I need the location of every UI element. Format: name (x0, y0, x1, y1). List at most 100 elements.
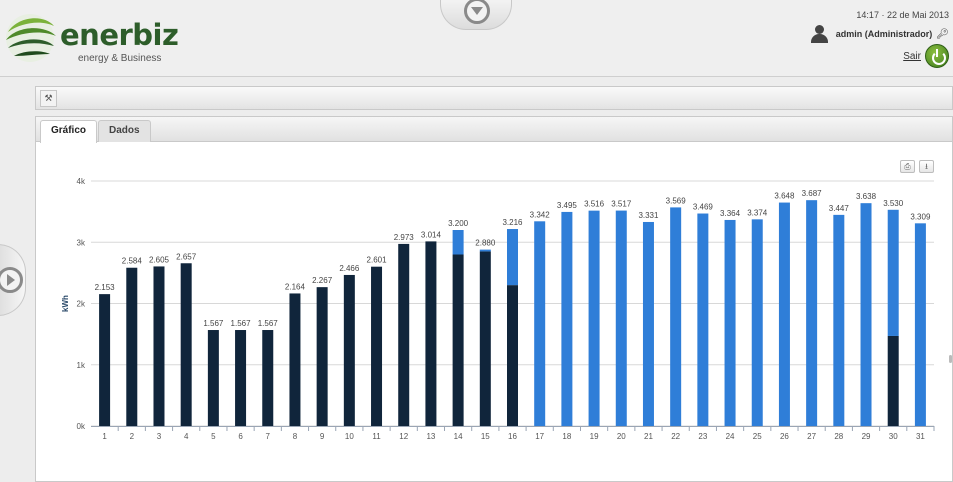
data-label: 2.880 (475, 239, 496, 248)
x-tick-label: 10 (345, 432, 354, 441)
bar-segment (452, 254, 464, 426)
logout-link[interactable]: Sair (903, 51, 921, 62)
user-name: admin (Administrador) (835, 29, 933, 39)
x-tick-label: 8 (293, 432, 298, 441)
x-tick-label: 26 (780, 432, 789, 441)
x-tick-label: 11 (372, 432, 381, 441)
data-label: 1.567 (258, 319, 279, 328)
bar-segment (479, 251, 491, 426)
data-label: 1.567 (231, 319, 252, 328)
user-icon (810, 25, 828, 43)
data-label: 3.331 (638, 211, 659, 220)
data-label: 2.164 (285, 282, 306, 291)
sidebar-expand-toggle[interactable] (0, 244, 26, 316)
bar-segment (887, 209, 899, 336)
x-tick-label: 16 (508, 432, 517, 441)
data-label: 3.014 (421, 230, 442, 239)
power-icon[interactable] (925, 44, 949, 68)
bar-segment (425, 241, 437, 426)
data-label: 2.601 (367, 256, 388, 265)
bar-segment (452, 230, 464, 255)
chevron-down-icon (464, 0, 490, 24)
toolbar: ⚒ (35, 86, 953, 110)
data-label: 3.342 (530, 210, 551, 219)
y-tick-label: 1k (77, 361, 86, 370)
brand-tagline: energy & Business (78, 53, 162, 64)
key-icon[interactable]: 🔑︎ (936, 29, 949, 40)
bar-segment (262, 330, 274, 426)
x-tick-label: 31 (916, 432, 925, 441)
wrench-icon[interactable]: ⚒ (40, 90, 57, 107)
data-label: 1.567 (203, 319, 224, 328)
bar-segment (126, 267, 138, 426)
x-tick-label: 25 (753, 432, 762, 441)
user-info: admin (Administrador) 🔑︎ (810, 24, 949, 44)
data-label: 2.267 (312, 276, 333, 285)
x-tick-label: 19 (590, 432, 599, 441)
bar-segment (479, 249, 491, 252)
x-tick-label: 3 (157, 432, 162, 441)
x-tick-label: 6 (238, 432, 243, 441)
y-tick-label: 3k (77, 238, 86, 247)
data-label: 3.309 (910, 212, 931, 221)
data-label: 3.638 (856, 192, 877, 201)
x-tick-label: 20 (617, 432, 626, 441)
data-label: 3.517 (611, 200, 632, 209)
bar-segment (561, 211, 573, 426)
data-label: 3.687 (802, 189, 823, 198)
x-tick-label: 2 (130, 432, 135, 441)
x-tick-label: 13 (426, 432, 435, 441)
x-tick-label: 15 (481, 432, 490, 441)
data-label: 3.530 (883, 199, 904, 208)
bar-segment (507, 285, 518, 426)
chart-panel: Gráfico Dados ⎙ ⭳ 0k 1k 2k 3k 4k kWh 1 2.153 2 2.… (35, 116, 953, 482)
data-label: 3.374 (747, 208, 768, 217)
x-tick-label: 18 (562, 432, 571, 441)
bar-segment (371, 266, 383, 426)
x-tick-label: 7 (266, 432, 271, 441)
x-tick-label: 21 (644, 432, 653, 441)
bar-segment (751, 219, 763, 426)
data-label: 2.466 (339, 264, 360, 273)
bar-segment (180, 263, 192, 426)
data-label: 3.364 (720, 209, 741, 218)
x-tick-label: 29 (862, 432, 871, 441)
x-tick-label: 22 (671, 432, 680, 441)
brand-name: enerbiz (60, 18, 179, 52)
x-tick-label: 4 (184, 432, 189, 441)
data-label: 3.648 (774, 192, 795, 201)
bar-segment (343, 274, 355, 426)
x-tick-label: 30 (889, 432, 898, 441)
y-tick-label: 0k (77, 422, 86, 431)
x-tick-label: 12 (399, 432, 408, 441)
logout-area: Sair (903, 44, 949, 68)
x-tick-label: 27 (807, 432, 816, 441)
bar-segment (588, 210, 600, 426)
x-tick-label: 9 (320, 432, 325, 441)
y-tick-label: 4k (77, 177, 86, 186)
header-collapse-toggle[interactable] (440, 0, 512, 30)
data-label: 3.216 (502, 218, 523, 227)
consumption-chart: 0k 1k 2k 3k 4k kWh 1 2.153 2 2.584 3 2.605 4 2.657 5 1.… (61, 177, 935, 441)
bar-segment (615, 210, 627, 426)
bar-segment (316, 287, 328, 426)
data-label: 2.657 (176, 252, 197, 261)
x-tick-label: 23 (698, 432, 707, 441)
bar-segment (534, 221, 546, 426)
bar-segment (833, 214, 845, 426)
bar-segment (778, 202, 790, 426)
bar-segment (642, 221, 654, 426)
bar-segment (99, 294, 111, 426)
x-tick-label: 14 (454, 432, 463, 441)
bar-segment (724, 219, 736, 426)
bar-segment (235, 330, 247, 426)
x-tick-label: 17 (535, 432, 544, 441)
data-label: 3.495 (557, 201, 578, 210)
bar-segment (507, 229, 518, 286)
bar-segment (860, 203, 872, 426)
scroll-indicator (949, 355, 952, 363)
x-tick-label: 5 (211, 432, 216, 441)
bar-segment (806, 200, 818, 426)
bar-segment (289, 293, 301, 426)
bar-segment (697, 213, 709, 426)
